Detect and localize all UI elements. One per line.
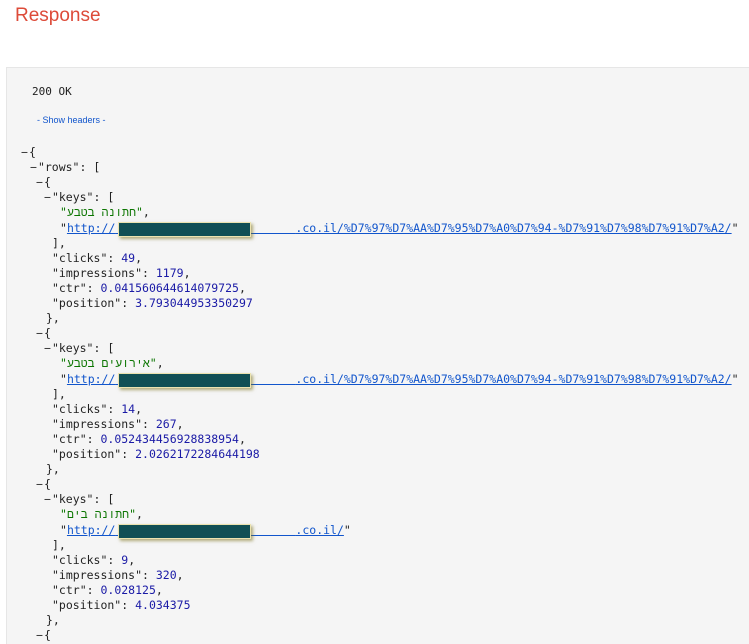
- row-open: −{: [36, 175, 51, 190]
- collapse-toggle[interactable]: −: [36, 175, 43, 189]
- keys-close: ],: [52, 386, 66, 401]
- query-line: "חתונה בטבע",: [60, 205, 150, 220]
- impressions-line: "impressions": 267,: [52, 416, 184, 431]
- clicks-value: 9: [121, 552, 129, 567]
- url-link-prefix[interactable]: http://: [67, 523, 115, 537]
- url-link-suffix[interactable]: .co.il/: [295, 523, 343, 537]
- collapse-toggle[interactable]: −: [44, 190, 51, 204]
- json-key: "impressions": [52, 567, 143, 582]
- json-key: "impressions": [52, 416, 143, 431]
- json-key: "impressions": [52, 265, 143, 280]
- position-line: "position": 4.034375: [52, 598, 191, 612]
- query-string: "חתונה בטבע": [60, 205, 143, 220]
- url-link-suffix[interactable]: .co.il/%D7%97%D7%AA%D7%95%D7%A0%D7%94-%D…: [295, 372, 731, 386]
- keys-close: ],: [52, 235, 66, 250]
- row-close: },: [46, 311, 60, 326]
- impressions-value: 320: [155, 567, 177, 582]
- query-string: "חתונה בים": [60, 507, 137, 522]
- clicks-line: "clicks": 49,: [52, 250, 143, 265]
- json-key: "ctr": [52, 280, 87, 295]
- row-close: },: [46, 462, 60, 477]
- ctr-value: 0.028125: [100, 582, 156, 597]
- impressions-value: 267: [155, 416, 177, 431]
- clicks-line: "clicks": 9,: [52, 552, 136, 567]
- collapse-toggle[interactable]: −: [30, 160, 37, 174]
- json-key: "keys": [51, 492, 94, 507]
- keys-close: ],: [52, 537, 66, 552]
- redaction-box: [118, 221, 251, 237]
- show-headers-link[interactable]: - Show headers -: [37, 115, 106, 125]
- json-key: "position": [52, 447, 122, 461]
- json-key: "position": [52, 598, 122, 612]
- row-open: −{: [36, 628, 51, 643]
- ctr-value: 0.052434456928838954: [100, 431, 239, 446]
- json-key: "clicks": [52, 250, 108, 265]
- collapse-toggle[interactable]: −: [44, 341, 51, 355]
- json-key: "clicks": [52, 401, 108, 416]
- row-open: −{: [36, 477, 51, 492]
- json-key: "keys": [51, 190, 94, 205]
- json-key: "keys": [51, 341, 94, 356]
- url-link-suffix[interactable]: .co.il/%D7%97%D7%AA%D7%95%D7%A0%D7%94-%D…: [295, 221, 731, 235]
- clicks-line: "clicks": 14,: [52, 401, 143, 416]
- json-brace: {: [28, 145, 36, 159]
- keys-open: −"keys": [: [44, 190, 115, 205]
- position-value: 4.034375: [135, 598, 191, 612]
- impressions-line: "impressions": 1179,: [52, 265, 191, 280]
- clicks-value: 49: [121, 250, 136, 265]
- clicks-value: 14: [121, 401, 136, 416]
- json-brace: {: [43, 326, 51, 341]
- json-bracket: [: [107, 190, 115, 205]
- collapse-toggle[interactable]: −: [44, 492, 51, 506]
- redaction-box: [118, 372, 251, 388]
- position-line: "position": 3.793044953350297: [52, 296, 253, 310]
- json-brace: {: [43, 477, 51, 492]
- json-bracket: [: [107, 341, 115, 356]
- collapse-toggle[interactable]: −: [36, 326, 43, 340]
- json-brace: {: [43, 628, 51, 643]
- json-key: "clicks": [52, 552, 108, 567]
- impressions-line: "impressions": 320,: [52, 567, 184, 582]
- collapse-toggle[interactable]: −: [36, 477, 43, 491]
- json-rows-open: −"rows": [: [30, 160, 101, 175]
- json-key: "rows": [37, 160, 80, 175]
- position-value: 2.0262172284644198: [135, 447, 260, 461]
- json-bracket: [: [107, 492, 115, 507]
- response-title: Response: [15, 5, 101, 26]
- collapse-toggle[interactable]: −: [21, 145, 28, 159]
- json-key: "ctr": [52, 582, 87, 597]
- query-string: "אירועים בטבע": [60, 356, 157, 371]
- redaction-box: [118, 523, 251, 539]
- json-brace: {: [43, 175, 51, 190]
- ctr-line: "ctr": 0.028125,: [52, 582, 163, 597]
- ctr-line: "ctr": 0.052434456928838954,: [52, 431, 246, 446]
- json-bracket: [: [93, 160, 101, 175]
- ctr-line: "ctr": 0.041560644614079725,: [52, 280, 246, 295]
- json-key: "position": [52, 296, 122, 310]
- row-open: −{: [36, 326, 51, 341]
- query-line: "חתונה בים",: [60, 507, 143, 522]
- json-key: "ctr": [52, 431, 87, 446]
- collapse-toggle[interactable]: −: [36, 628, 43, 642]
- impressions-value: 1179: [155, 265, 184, 280]
- position-line: "position": 2.0262172284644198: [52, 447, 260, 461]
- url-link-prefix[interactable]: http://: [67, 372, 115, 386]
- keys-open: −"keys": [: [44, 492, 115, 507]
- status-code: 200 OK: [32, 85, 72, 98]
- position-value: 3.793044953350297: [135, 296, 253, 310]
- json-root-open: −{: [21, 145, 36, 160]
- ctr-value: 0.041560644614079725: [100, 280, 239, 295]
- keys-open: −"keys": [: [44, 341, 115, 356]
- row-close: },: [46, 613, 60, 628]
- query-line: "אירועים בטבע",: [60, 356, 164, 371]
- url-link-prefix[interactable]: http://: [67, 221, 115, 235]
